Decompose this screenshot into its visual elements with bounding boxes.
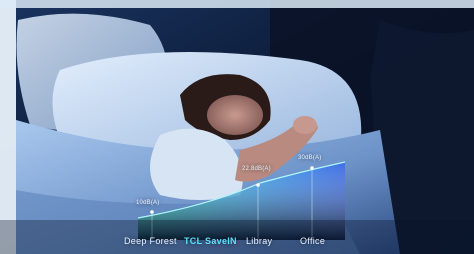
env-label-library: Libray: [246, 236, 273, 246]
env-label-deep-forest: Deep Forest: [124, 236, 177, 246]
bedroom-scene: [0, 0, 474, 254]
hand: [293, 116, 317, 134]
env-label-tcl-savein: TCL SaveIN: [184, 236, 237, 246]
marker-point-3: [310, 166, 314, 170]
face: [207, 95, 263, 135]
env-label-office: Office: [300, 236, 326, 246]
marker-point-2: [256, 183, 260, 187]
photo-frame: 10dB(A) 22.8dB(A) 30dB(A) Deep Forest TC…: [0, 0, 474, 254]
db-label-3: 30dB(A): [298, 155, 322, 161]
db-label-2: 22.8dB(A): [242, 166, 271, 172]
frame-left-strip: [0, 0, 16, 254]
marker-point-1: [150, 210, 154, 214]
db-label-1: 10dB(A): [136, 200, 160, 206]
frame-top-strip: [0, 0, 474, 8]
bottom-shadow: [0, 220, 474, 254]
